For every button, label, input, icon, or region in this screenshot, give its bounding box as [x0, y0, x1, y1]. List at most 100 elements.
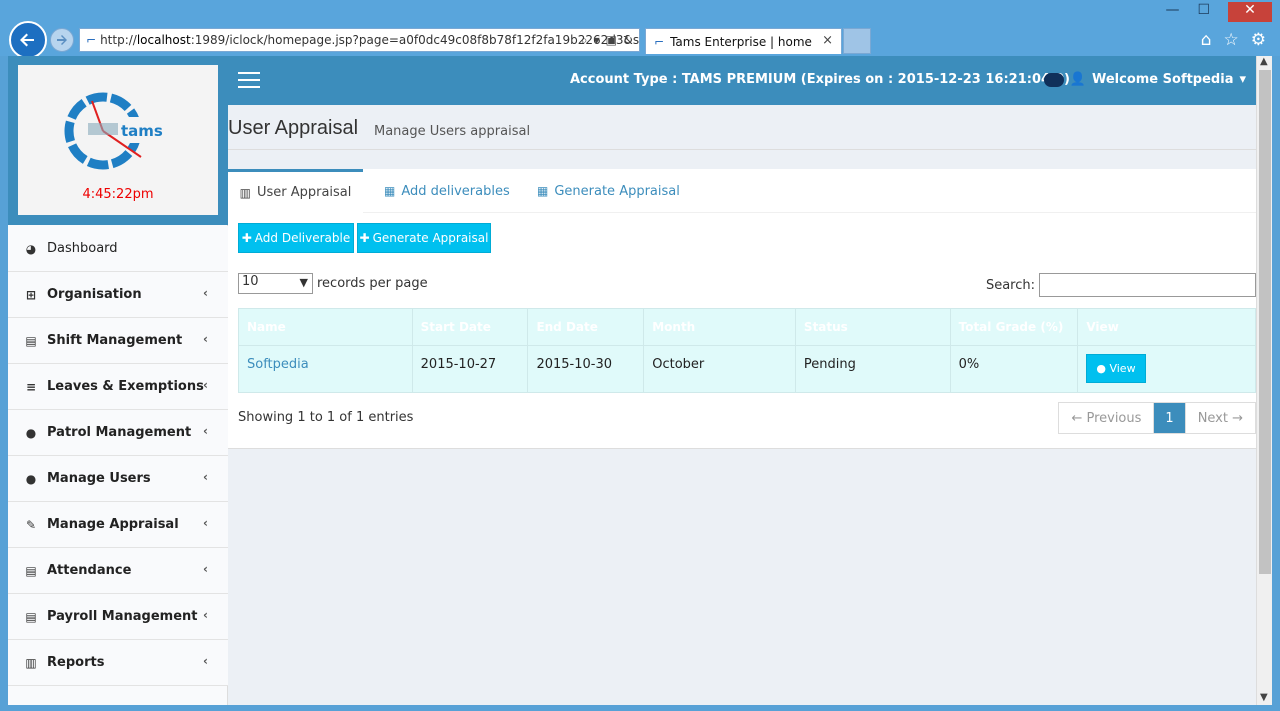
back-button[interactable]	[9, 21, 47, 59]
chevron-left-icon: ‹	[203, 608, 208, 622]
main-content: User Appraisal Manage Users appraisal ▥ …	[228, 105, 1256, 705]
url-prefix: http://	[100, 33, 137, 47]
sidebar: tams 4:45:22pm ◕ Dashboard ⊞ Organisatio…	[8, 56, 228, 705]
sidebar-item-shift-management[interactable]: ▤ Shift Management ‹	[8, 318, 228, 364]
pagination: ← Previous 1 Next →	[1058, 402, 1256, 434]
status-cell: Pending	[796, 346, 951, 392]
welcome-text: Welcome Softpedia	[1091, 72, 1234, 87]
button-label: Add Deliverable	[254, 231, 351, 245]
sidebar-item-manage-users[interactable]: ● Manage Users ‹	[8, 456, 228, 502]
sidebar-item-label: Shift Management	[47, 333, 183, 348]
edit-icon: ✎	[25, 517, 37, 532]
user-icon: ●	[25, 471, 37, 486]
generate-appraisal-button[interactable]: ✚ Generate Appraisal	[357, 223, 491, 253]
search-input[interactable]	[1039, 273, 1256, 297]
clock-time: 4:45:22pm	[82, 187, 154, 202]
chevron-down-icon: ▼	[299, 276, 308, 289]
appraisal-table: Name Start Date End Date Month Status To…	[238, 308, 1256, 393]
address-bar[interactable]: ⌐ http://localhost:1989/iclock/homepage.…	[79, 28, 640, 52]
column-header[interactable]: Name	[239, 309, 413, 345]
forward-button[interactable]	[50, 28, 74, 52]
scroll-up-icon[interactable]: ▲	[1260, 56, 1268, 67]
per-page-select[interactable]: 10 ▼	[238, 273, 313, 294]
page-favicon: ⌐	[86, 33, 97, 47]
user-icon: ●	[25, 425, 37, 440]
column-header[interactable]: Start Date	[413, 309, 529, 345]
sidebar-item-leaves-exemptions[interactable]: ≡ Leaves & Exemptions ‹	[8, 364, 228, 410]
search-label: Search:	[985, 277, 1035, 293]
column-header[interactable]: Month	[644, 309, 796, 345]
home-icon[interactable]: ⌂	[1201, 30, 1212, 50]
chevron-left-icon: ‹	[203, 286, 208, 300]
column-header[interactable]: End Date	[528, 309, 645, 345]
user-menu[interactable]: 👤 Welcome Softpedia ▾	[1043, 72, 1246, 87]
sidebar-item-organisation[interactable]: ⊞ Organisation ‹	[8, 272, 228, 318]
add-deliverable-button[interactable]: ✚ Add Deliverable	[238, 223, 354, 253]
page-viewport: tams 4:45:22pm ◕ Dashboard ⊞ Organisatio…	[8, 56, 1272, 705]
sidebar-item-payroll-management[interactable]: ▤ Payroll Management ‹	[8, 594, 228, 640]
close-tab-icon[interactable]: ×	[822, 33, 833, 48]
sidebar-item-reports[interactable]: ▥ Reports ‹	[8, 640, 228, 686]
month-cell: October	[644, 346, 796, 392]
top-navbar: Account Type : TAMS PREMIUM (Expires on …	[228, 56, 1256, 105]
page-number-button[interactable]: 1	[1154, 403, 1186, 433]
end-date-cell: 2015-10-30	[528, 346, 645, 392]
sidebar-item-dashboard[interactable]: ◕ Dashboard	[8, 226, 228, 272]
plus-icon: ✚	[241, 231, 252, 245]
table-header-row: Name Start Date End Date Month Status To…	[238, 308, 1256, 346]
column-header[interactable]: Status	[796, 309, 951, 345]
barcode-icon: ▥	[239, 185, 251, 200]
minimize-icon[interactable]: —	[1165, 2, 1179, 22]
dropdown-icon[interactable]: ▾	[594, 33, 600, 48]
menu-toggle-icon[interactable]	[238, 72, 260, 88]
sidebar-item-label: Manage Users	[47, 471, 151, 486]
column-header[interactable]: Total Grade (%)	[951, 309, 1079, 345]
list-icon: ▤	[25, 563, 37, 578]
refresh-icon[interactable]: ↻	[623, 33, 633, 48]
browser-toolbar: ⌐ http://localhost:1989/iclock/homepage.…	[0, 0, 1280, 59]
tab-title: Tams Enterprise | home	[670, 34, 812, 49]
column-header[interactable]: View	[1078, 309, 1255, 345]
window-close-icon[interactable]: ✕	[1228, 2, 1272, 22]
caret-down-icon: ▾	[1239, 72, 1246, 87]
tab-add-deliverables[interactable]: ▦ Add deliverables	[384, 169, 510, 213]
sidebar-item-label: Payroll Management	[47, 609, 198, 624]
sidebar-item-patrol-management[interactable]: ● Patrol Management ‹	[8, 410, 228, 456]
previous-page-button[interactable]: ← Previous	[1059, 403, 1155, 433]
compat-icon[interactable]: ▣	[606, 33, 617, 48]
browser-tab[interactable]: ⌐ Tams Enterprise | home ×	[645, 28, 842, 54]
scroll-thumb[interactable]	[1259, 70, 1271, 574]
plus-icon: ✚	[359, 231, 370, 245]
new-tab-button[interactable]	[843, 28, 871, 54]
tab-generate-appraisal[interactable]: ▦ Generate Appraisal	[537, 169, 680, 213]
tab-user-appraisal[interactable]: ▥ User Appraisal	[228, 169, 363, 213]
table-row: Softpedia 2015-10-27 2015-10-30 October …	[238, 346, 1256, 393]
star-icon[interactable]: ☆	[1224, 30, 1239, 50]
calendar-icon: ▦	[384, 184, 396, 198]
user-icon: 👤	[1069, 72, 1086, 87]
per-page-value: 10	[242, 274, 259, 289]
arrow-right-icon	[57, 35, 67, 45]
button-label: View	[1109, 362, 1136, 375]
page-title: User Appraisal	[228, 117, 359, 139]
logo-text: tams	[121, 122, 163, 140]
chevron-left-icon: ‹	[203, 562, 208, 576]
page-scrollbar[interactable]: ▲ ▼	[1256, 56, 1272, 705]
page-subtitle: Manage Users appraisal	[374, 124, 531, 139]
search-icon[interactable]: ⌕	[581, 33, 588, 48]
maximize-icon[interactable]: ☐	[1197, 2, 1210, 22]
sidebar-item-label: Patrol Management	[47, 425, 192, 440]
view-button[interactable]: ● View	[1086, 354, 1146, 383]
sidebar-item-label: Leaves & Exemptions	[47, 379, 204, 394]
dashboard-icon: ◕	[25, 241, 37, 256]
chevron-left-icon: ‹	[203, 470, 208, 484]
grade-cell: 0%	[951, 346, 1079, 392]
user-name-link[interactable]: Softpedia	[247, 357, 309, 372]
sidebar-item-attendance[interactable]: ▤ Attendance ‹	[8, 548, 228, 594]
sidebar-item-manage-appraisal[interactable]: ✎ Manage Appraisal ‹	[8, 502, 228, 548]
scroll-down-icon[interactable]: ▼	[1260, 692, 1268, 703]
bars-icon: ≡	[25, 379, 37, 394]
next-page-button[interactable]: Next →	[1185, 403, 1255, 433]
entries-info: Showing 1 to 1 of 1 entries	[238, 410, 414, 425]
gear-icon[interactable]: ⚙	[1251, 30, 1266, 50]
